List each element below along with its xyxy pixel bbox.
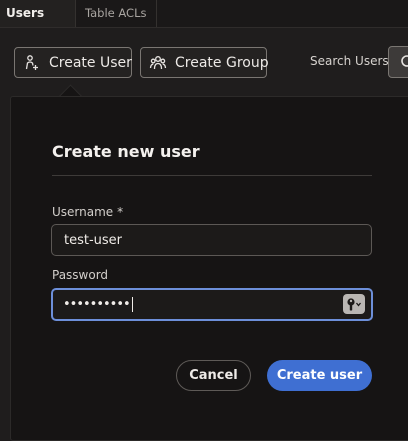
search-users-label: Search Users: [310, 54, 389, 68]
create-user-submit-button[interactable]: Create user: [267, 360, 372, 391]
username-field[interactable]: [51, 224, 372, 256]
password-manager-button[interactable]: [343, 294, 365, 314]
tab-bar: Users Table ACLs: [0, 0, 408, 28]
search-button[interactable]: [388, 46, 408, 78]
key-icon: [347, 298, 362, 311]
cancel-button[interactable]: Cancel: [176, 360, 251, 391]
create-user-button[interactable]: Create User: [14, 47, 132, 78]
username-label: Username *: [52, 205, 123, 219]
text-caret: [131, 297, 133, 312]
create-user-dialog: Create new user Username* Password •••••…: [10, 96, 408, 441]
search-icon: [401, 55, 408, 67]
tab-table-acls[interactable]: Table ACLs: [77, 0, 157, 27]
create-group-label: Create Group: [175, 54, 269, 71]
password-label: Password: [52, 268, 109, 282]
username-label-text: Username: [52, 205, 114, 219]
dialog-divider: [52, 175, 372, 176]
tab-users[interactable]: Users: [0, 0, 76, 27]
password-mask: ••••••••••: [63, 297, 131, 312]
add-user-icon: [23, 54, 41, 72]
dialog-title: Create new user: [52, 142, 200, 161]
create-user-label: Create User: [49, 54, 132, 71]
group-icon: [149, 54, 167, 72]
password-field[interactable]: ••••••••••: [51, 288, 373, 321]
password-value: ••••••••••: [63, 290, 133, 319]
create-group-button[interactable]: Create Group: [140, 47, 269, 78]
required-mark: *: [117, 205, 124, 219]
